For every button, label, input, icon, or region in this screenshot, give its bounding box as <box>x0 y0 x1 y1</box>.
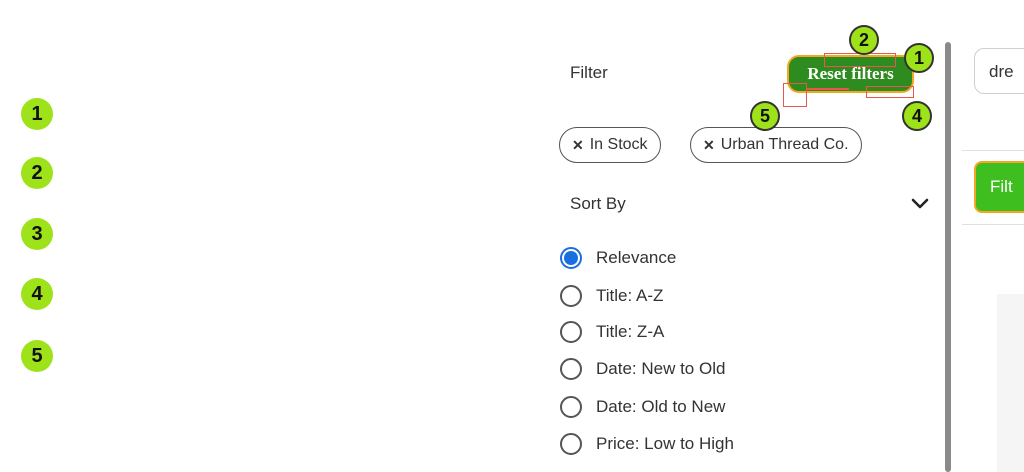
sort-option-label: Relevance <box>596 248 677 267</box>
chip-urban-thread-co[interactable]: ✕ Urban Thread Co. <box>690 127 862 163</box>
marker-3: 3 <box>21 218 53 250</box>
annotation-callout-1: 1 <box>904 43 934 73</box>
filter-panel: Filter Reset filters ✕ In Stock ✕ Urban … <box>556 0 936 472</box>
chip-label: Urban Thread Co. <box>720 136 849 153</box>
annotation-callout-5: 5 <box>750 101 780 131</box>
sort-option-date-old-to-new[interactable]: Date: Old to New <box>560 393 725 421</box>
sort-option-relevance[interactable]: Relevance <box>560 244 676 272</box>
chip-label: In Stock <box>589 136 648 153</box>
sort-option-label: Title: A-Z <box>596 286 664 305</box>
divider <box>962 150 1024 151</box>
filter-button[interactable]: Filt <box>974 161 1024 213</box>
sort-option-label: Date: Old to New <box>596 397 726 416</box>
sort-option-price-low-to-high[interactable]: Price: Low to High <box>560 430 734 458</box>
sort-option-label: Title: Z-A <box>596 322 665 341</box>
annotation-callout-4: 4 <box>902 101 932 131</box>
annotation-line-5 <box>807 88 849 90</box>
chevron-down-icon[interactable] <box>910 194 930 214</box>
annotation-box-5 <box>783 83 807 107</box>
sort-option-title-a-z[interactable]: Title: A-Z <box>560 282 663 310</box>
sort-option-label: Price: Low to High <box>596 434 734 453</box>
radio-unchecked[interactable] <box>560 321 582 343</box>
close-icon[interactable]: ✕ <box>572 137 584 154</box>
divider <box>962 224 1024 225</box>
sort-option-title-z-a[interactable]: Title: Z-A <box>560 318 664 346</box>
radio-checked[interactable] <box>560 247 582 269</box>
radio-unchecked[interactable] <box>560 396 582 418</box>
sort-option-label: Date: New to Old <box>596 359 726 378</box>
annotation-callout-2: 2 <box>849 25 879 55</box>
sort-option-date-new-to-old[interactable]: Date: New to Old <box>560 355 725 383</box>
filter-title: Filter <box>570 63 608 82</box>
product-card-placeholder <box>997 294 1024 472</box>
close-icon[interactable]: ✕ <box>703 137 715 154</box>
search-input[interactable]: dre <box>974 48 1024 94</box>
radio-unchecked[interactable] <box>560 358 582 380</box>
panel-scrollbar[interactable] <box>945 42 951 472</box>
annotation-box-2 <box>824 53 896 67</box>
annotation-box-4 <box>866 86 914 98</box>
marker-1: 1 <box>21 98 53 130</box>
marker-2: 2 <box>21 157 53 189</box>
marker-4: 4 <box>21 278 53 310</box>
sort-by-label: Sort By <box>570 194 626 213</box>
marker-5: 5 <box>21 340 53 372</box>
radio-unchecked[interactable] <box>560 433 582 455</box>
chip-in-stock[interactable]: ✕ In Stock <box>559 127 661 163</box>
radio-unchecked[interactable] <box>560 285 582 307</box>
